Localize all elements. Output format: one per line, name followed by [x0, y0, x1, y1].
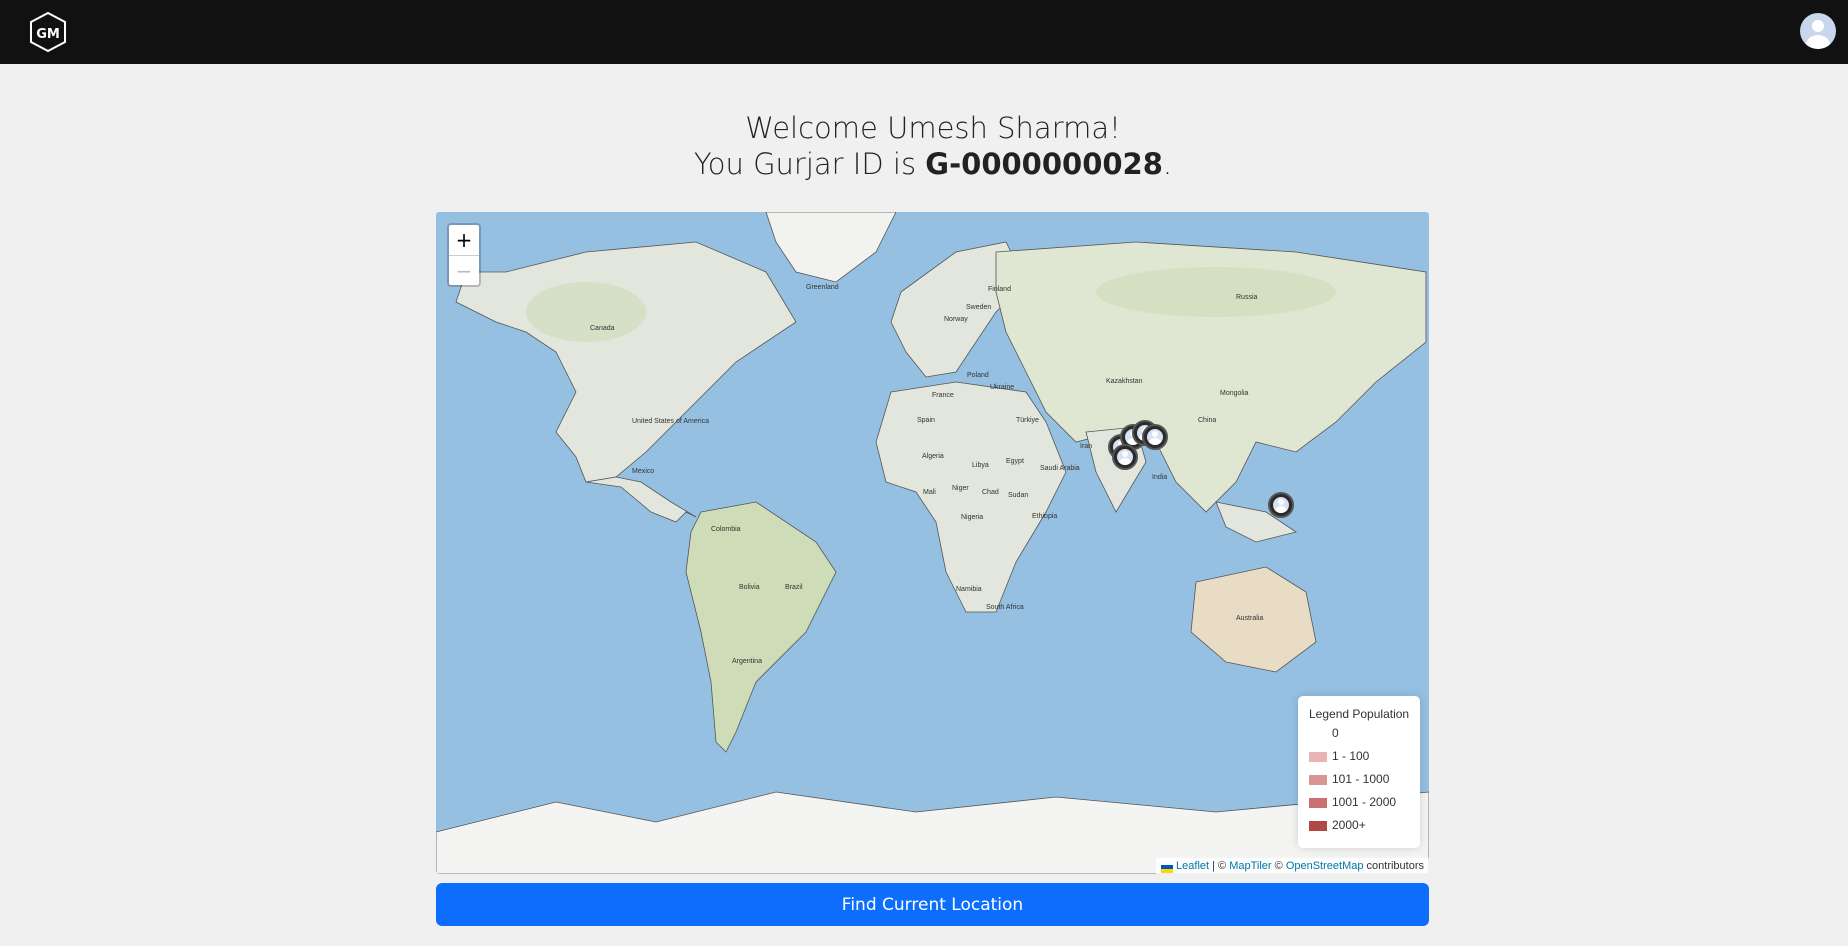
- legend-label: 1001 - 2000: [1332, 795, 1397, 809]
- gurjar-id-prefix: You Gurjar ID is: [693, 147, 926, 181]
- map-label: Algeria: [922, 453, 944, 460]
- zoom-control: + −: [447, 223, 481, 287]
- map-label: Greenland: [806, 284, 839, 291]
- user-location-marker-icon[interactable]: [1142, 424, 1168, 450]
- attribution-sep: ©: [1271, 860, 1286, 872]
- map-label: India: [1152, 474, 1168, 481]
- legend-label: 2000+: [1332, 818, 1366, 832]
- legend-swatch: [1309, 728, 1327, 739]
- legend-title: Legend Population: [1309, 707, 1410, 721]
- find-current-location-button[interactable]: Find Current Location: [436, 883, 1429, 926]
- navbar: GM: [0, 0, 1848, 64]
- legend-swatch: [1309, 774, 1327, 785]
- map-label: Finland: [988, 286, 1011, 293]
- map-label: Niger: [952, 485, 969, 492]
- legend-item: 1 - 100: [1309, 749, 1369, 763]
- user-location-marker-icon[interactable]: [1112, 444, 1138, 470]
- map-label: China: [1198, 417, 1217, 424]
- map-label: Argentina: [732, 658, 762, 665]
- map-label: Brazil: [785, 584, 803, 591]
- map-label: Libya: [972, 462, 989, 469]
- legend-swatch: [1309, 820, 1327, 831]
- map-label: Saudi Arabia: [1040, 465, 1080, 472]
- map-label: Canada: [590, 325, 615, 332]
- legend-label: 101 - 1000: [1332, 772, 1390, 786]
- user-avatar-icon[interactable]: [1800, 13, 1836, 49]
- svg-text:GM: GM: [36, 27, 60, 42]
- map-label: Chad: [982, 489, 999, 496]
- leaflet-link[interactable]: Leaflet: [1176, 860, 1209, 872]
- map-label: Mexico: [632, 468, 655, 475]
- zoom-in-button[interactable]: +: [449, 225, 479, 256]
- user-location-marker-icon[interactable]: [1268, 492, 1294, 518]
- map-label: Ethiopia: [1032, 513, 1058, 520]
- legend-swatch: [1309, 751, 1327, 762]
- map-label: Bolivia: [739, 584, 760, 591]
- map-label: France: [932, 392, 954, 399]
- ukraine-flag-icon: [1161, 862, 1174, 874]
- map-label: Colombia: [711, 526, 741, 533]
- map-label: Egypt: [1006, 458, 1024, 465]
- map-label: Namibia: [956, 586, 982, 593]
- legend-swatch: [1309, 797, 1327, 808]
- map-label: Norway: [944, 316, 968, 323]
- map-label: Russia: [1236, 294, 1258, 301]
- map-label: Spain: [917, 417, 935, 424]
- legend-label: 1 - 100: [1332, 749, 1370, 763]
- map-tiles: [436, 212, 1429, 874]
- population-legend: Legend Population 0 1 - 100 101 - 1000 1…: [1298, 696, 1420, 848]
- attribution-suffix: contributors: [1363, 860, 1424, 872]
- map-label: Sweden: [966, 304, 992, 311]
- map-label: Türkiye: [1016, 417, 1039, 424]
- world-map[interactable]: Canada United States of America Mexico C…: [436, 212, 1429, 874]
- map-attribution: Leaflet | © MapTiler © OpenStreetMap con…: [1156, 858, 1429, 874]
- legend-item: 101 - 1000: [1309, 772, 1389, 786]
- map-label: Ukraine: [990, 384, 1015, 391]
- map-label: United States of America: [632, 418, 710, 425]
- zoom-out-button[interactable]: −: [449, 256, 479, 286]
- map-label: Sudan: [1008, 492, 1029, 499]
- map-label: Mali: [923, 489, 936, 496]
- welcome-line: Welcome Umesh Sharma!: [745, 111, 1121, 145]
- gm-logo-icon[interactable]: GM: [28, 11, 68, 53]
- maptiler-link[interactable]: MapTiler: [1229, 860, 1271, 872]
- attribution-sep: | ©: [1209, 860, 1230, 872]
- map-label: Iran: [1080, 443, 1093, 450]
- osm-link[interactable]: OpenStreetMap: [1286, 860, 1364, 872]
- map-label: Mongolia: [1220, 390, 1249, 397]
- map-label: South Africa: [986, 604, 1024, 611]
- map-label: Poland: [967, 372, 989, 379]
- gurjar-id-line: You Gurjar ID is G-0000000028.: [0, 146, 1848, 182]
- gurjar-id-suffix: .: [1162, 147, 1173, 181]
- map-label: Nigeria: [961, 514, 984, 521]
- legend-label: 0: [1332, 726, 1339, 740]
- legend-item: 2000+: [1309, 818, 1366, 832]
- welcome-heading: Welcome Umesh Sharma! You Gurjar ID is G…: [0, 110, 1848, 182]
- legend-item: 0: [1309, 726, 1339, 740]
- map-label: Kazakhstan: [1106, 378, 1143, 385]
- map-label: Australia: [1236, 615, 1264, 622]
- legend-item: 1001 - 2000: [1309, 795, 1396, 809]
- gurjar-id-value: G-0000000028: [925, 147, 1163, 181]
